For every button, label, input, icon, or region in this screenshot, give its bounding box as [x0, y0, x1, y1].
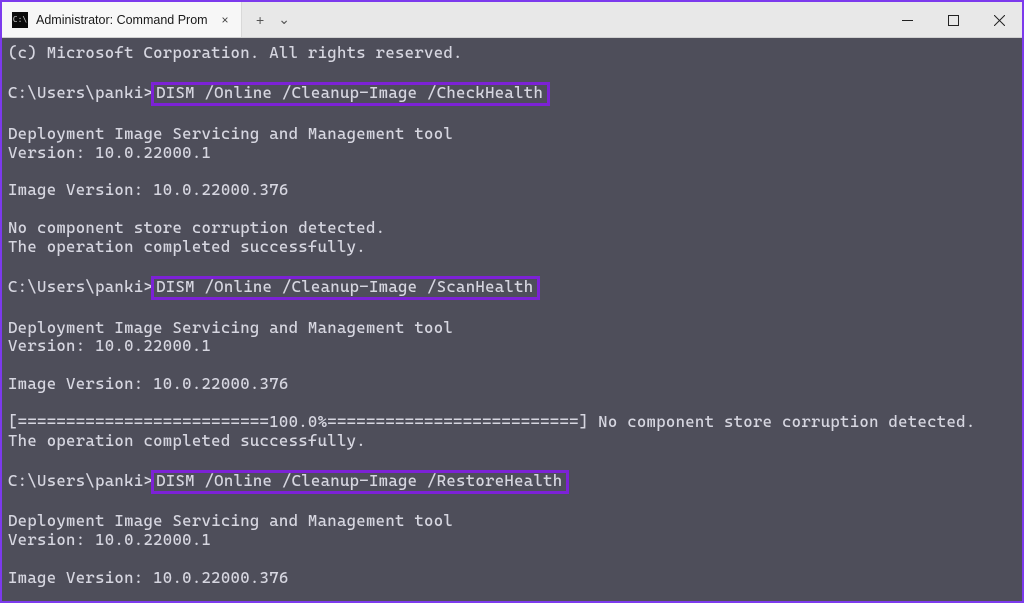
highlight-cmd1: DISM /Online /Cleanup-Image /CheckHealth [151, 82, 550, 106]
prompt-text: C:\Users\panki> [8, 277, 153, 296]
prompt-text: C:\Users\panki> [8, 83, 153, 102]
tab-title: Administrator: Command Prom [36, 13, 209, 27]
line-image-version: Image Version: 10.0.22000.376 [8, 180, 289, 199]
tab-dropdown-button[interactable]: ⌄ [278, 11, 290, 28]
line-tool-header3: Deployment Image Servicing and Managemen… [8, 511, 453, 530]
new-tab-button[interactable]: + [256, 12, 264, 28]
maximize-icon [948, 15, 959, 26]
line-version3: Version: 10.0.22000.1 [8, 530, 211, 549]
close-button[interactable] [976, 2, 1022, 38]
titlebar[interactable]: C:\ Administrator: Command Prom × + ⌄ [2, 2, 1022, 38]
cmd-icon: C:\ [12, 12, 28, 28]
tab-cmd[interactable]: C:\ Administrator: Command Prom × [2, 2, 242, 37]
line-op-success: The operation completed successfully. [8, 237, 366, 256]
window-frame: C:\ Administrator: Command Prom × + ⌄ (c… [0, 0, 1024, 603]
minimize-button[interactable] [884, 2, 930, 38]
window-controls [884, 2, 1022, 37]
line-prompt1: C:\Users\panki>DISM /Online /Cleanup-Ima… [8, 83, 550, 102]
line-progress100: [==========================100.0%=======… [8, 412, 976, 431]
maximize-button[interactable] [930, 2, 976, 38]
line-tool-header: Deployment Image Servicing and Managemen… [8, 124, 453, 143]
minimize-icon [902, 15, 913, 26]
line-image-version2: Image Version: 10.0.22000.376 [8, 374, 289, 393]
line-prompt2: C:\Users\panki>DISM /Online /Cleanup-Ima… [8, 277, 540, 296]
tab-close-button[interactable]: × [217, 12, 233, 28]
line-version: Version: 10.0.22000.1 [8, 143, 211, 162]
highlight-cmd2: DISM /Online /Cleanup-Image /ScanHealth [151, 276, 540, 300]
line-op-success2: The operation completed successfully. [8, 431, 366, 450]
line-no-corruption: No component store corruption detected. [8, 218, 385, 237]
tab-actions: + ⌄ [242, 2, 304, 37]
terminal-output[interactable]: (c) Microsoft Corporation. All rights re… [2, 38, 1022, 601]
highlight-cmd3: DISM /Online /Cleanup-Image /RestoreHeal… [151, 470, 569, 494]
line-version2: Version: 10.0.22000.1 [8, 336, 211, 355]
line-tool-header2: Deployment Image Servicing and Managemen… [8, 318, 453, 337]
line-image-version3: Image Version: 10.0.22000.376 [8, 568, 289, 587]
prompt-text: C:\Users\panki> [8, 471, 153, 490]
close-icon [994, 15, 1005, 26]
line-prompt3: C:\Users\panki>DISM /Online /Cleanup-Ima… [8, 471, 569, 490]
line-copyright: (c) Microsoft Corporation. All rights re… [8, 43, 463, 62]
titlebar-drag-area[interactable] [304, 2, 884, 37]
